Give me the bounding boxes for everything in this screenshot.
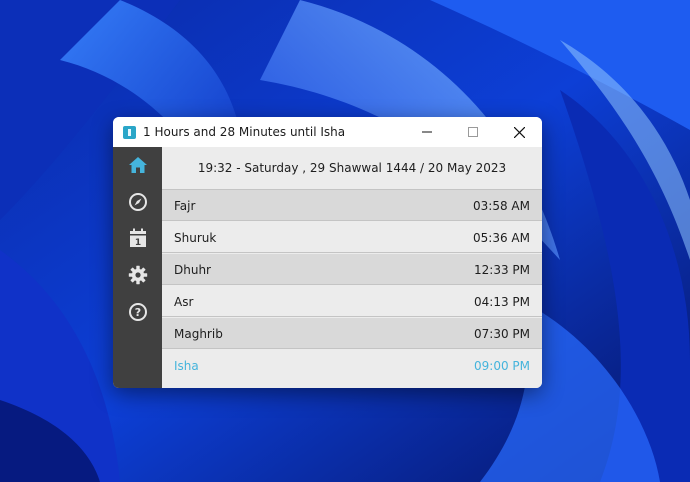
gear-icon — [128, 265, 148, 285]
prayer-name: Asr — [174, 295, 194, 309]
prayer-row-fajr[interactable]: Fajr 03:58 AM — [162, 190, 542, 221]
prayer-time: 05:36 AM — [473, 231, 530, 245]
sidebar-item-calendar[interactable]: 1 — [125, 225, 151, 251]
sidebar-item-help[interactable]: ? — [125, 299, 151, 325]
maximize-icon — [468, 127, 478, 137]
prayer-row-shuruk[interactable]: Shuruk 05:36 AM — [162, 222, 542, 253]
prayer-time: 04:13 PM — [474, 295, 530, 309]
prayer-time: 07:30 PM — [474, 327, 530, 341]
prayer-time: 09:00 PM — [474, 359, 530, 373]
help-icon: ? — [129, 303, 147, 321]
prayer-row-dhuhr[interactable]: Dhuhr 12:33 PM — [162, 254, 542, 285]
prayer-row-asr[interactable]: Asr 04:13 PM — [162, 286, 542, 317]
prayer-name: Maghrib — [174, 327, 223, 341]
window-title: 1 Hours and 28 Minutes until Isha — [143, 125, 346, 139]
sidebar-item-settings[interactable] — [125, 262, 151, 288]
help-badge: ? — [135, 306, 141, 319]
prayer-name: Fajr — [174, 199, 196, 213]
prayer-row-isha[interactable]: Isha 09:00 PM — [162, 350, 542, 381]
calendar-badge: 1 — [135, 238, 141, 248]
prayer-name: Dhuhr — [174, 263, 211, 277]
current-date-time: 19:32 - Saturday , 29 Shawwal 1444 / 20 … — [162, 147, 542, 190]
prayer-row-maghrib[interactable]: Maghrib 07:30 PM — [162, 318, 542, 349]
prayer-times-window: 1 Hours and 28 Minutes until Isha 1 ? 19… — [113, 117, 542, 388]
sidebar-item-qibla[interactable] — [125, 189, 151, 215]
minimize-button[interactable] — [404, 117, 450, 147]
calendar-icon: 1 — [130, 228, 146, 248]
prayer-name: Isha — [174, 359, 199, 373]
title-bar[interactable]: 1 Hours and 28 Minutes until Isha — [113, 117, 542, 147]
prayer-name: Shuruk — [174, 231, 217, 245]
close-icon — [513, 126, 525, 138]
maximize-button[interactable] — [450, 117, 496, 147]
home-icon — [129, 157, 147, 173]
window-controls — [404, 117, 542, 147]
sidebar-item-home[interactable] — [125, 152, 151, 178]
prayer-time: 03:58 AM — [473, 199, 530, 213]
sidebar: 1 ? — [113, 147, 162, 388]
app-icon — [123, 125, 136, 139]
compass-icon — [129, 193, 147, 211]
main-content: 19:32 - Saturday , 29 Shawwal 1444 / 20 … — [162, 147, 542, 388]
minimize-icon — [422, 131, 432, 133]
close-button[interactable] — [496, 117, 542, 147]
prayer-time: 12:33 PM — [474, 263, 530, 277]
